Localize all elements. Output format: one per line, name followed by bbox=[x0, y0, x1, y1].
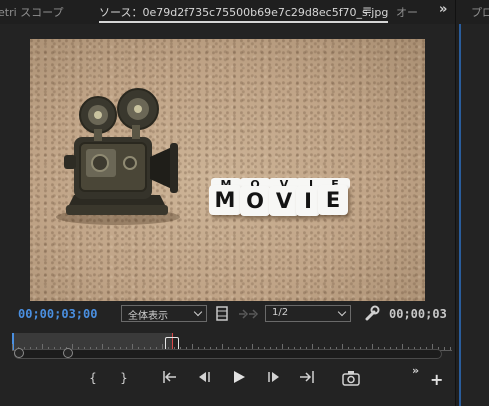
ruler-tick bbox=[444, 347, 445, 350]
program-monitor-panel bbox=[459, 24, 489, 406]
tab-audio-mixer[interactable]: オー bbox=[396, 4, 418, 20]
panel-divider[interactable] bbox=[455, 0, 456, 406]
letter-die: O bbox=[240, 186, 270, 216]
camera-icon[interactable] bbox=[342, 370, 360, 386]
chevron-down-icon bbox=[337, 307, 347, 317]
filmstrip-icon[interactable] bbox=[216, 306, 228, 321]
step-back-icon[interactable] bbox=[197, 370, 211, 386]
mark-out-button[interactable]: } bbox=[119, 370, 129, 386]
more-buttons-icon[interactable]: » bbox=[412, 364, 419, 377]
tab-lumetri-scopes[interactable]: etri スコープ bbox=[0, 4, 64, 20]
letter-die: I bbox=[296, 186, 320, 216]
panel-tab-bar: etri スコープ ソース：0e79d2f735c75500b69e7c29d8… bbox=[0, 0, 489, 24]
tab-source-monitor[interactable]: ソース：0e79d2f735c75500b69e7c29d8ec5f70_s.j… bbox=[99, 4, 389, 23]
duration-timecode: 00;00;03 bbox=[389, 307, 447, 321]
toy-movie-camera-image bbox=[56, 88, 180, 225]
playback-resolution-value: 1/2 bbox=[272, 307, 289, 318]
zoom-scrollbar-right-handle[interactable] bbox=[63, 348, 73, 358]
play-icon[interactable] bbox=[232, 370, 246, 386]
source-preview-image[interactable]: M O V I E M O V I E bbox=[30, 39, 425, 301]
letter-die: V bbox=[269, 186, 299, 216]
tab-overflow-icon[interactable]: » bbox=[439, 2, 447, 17]
ruler-tick bbox=[450, 347, 451, 350]
wrench-icon[interactable] bbox=[364, 305, 380, 321]
go-to-in-icon[interactable] bbox=[162, 370, 178, 386]
ruler-tick bbox=[12, 344, 13, 350]
zoom-fit-value: 全体表示 bbox=[128, 311, 168, 322]
chevron-down-icon bbox=[193, 307, 203, 317]
current-timecode[interactable]: 00;00;03;00 bbox=[18, 307, 97, 321]
button-editor-add[interactable]: + bbox=[430, 370, 443, 389]
panel-menu-icon[interactable]: ≡ bbox=[362, 3, 372, 17]
tab-source-label: ソース：0e79d2f735c75500b69e7c29d8ec5f70_s.j… bbox=[99, 6, 389, 19]
tab-program-monitor[interactable]: プロ bbox=[471, 4, 489, 20]
zoom-scrollbar-left-handle[interactable] bbox=[14, 348, 24, 358]
playback-resolution-select[interactable]: 1/2 bbox=[265, 305, 351, 322]
letter-die: M bbox=[209, 185, 241, 215]
zoom-fit-select[interactable]: 全体表示 bbox=[121, 305, 207, 322]
panel-focus-border bbox=[459, 24, 461, 406]
active-tab-underline bbox=[99, 21, 389, 23]
go-to-out-icon[interactable] bbox=[299, 370, 315, 386]
mark-in-button[interactable]: { bbox=[88, 370, 98, 386]
zoom-scrollbar[interactable] bbox=[14, 349, 442, 359]
step-forward-icon[interactable] bbox=[267, 370, 281, 386]
frame-dropped-icon bbox=[239, 309, 259, 319]
letter-die: E bbox=[318, 185, 348, 215]
